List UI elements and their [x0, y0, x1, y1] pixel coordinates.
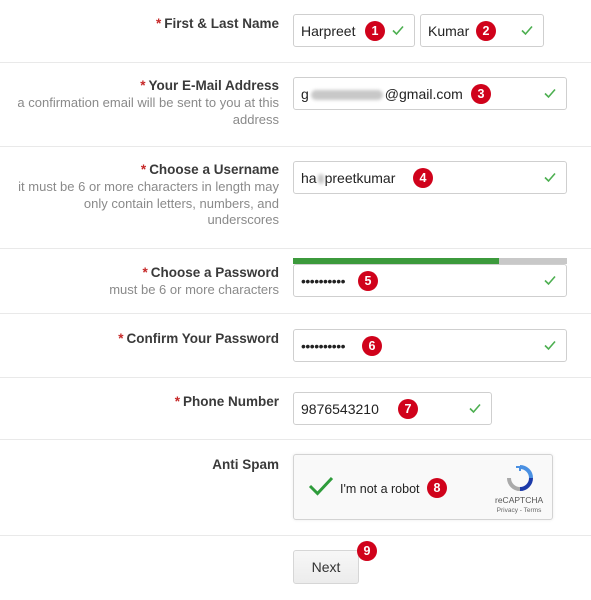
- password-help-text: must be 6 or more characters: [109, 282, 279, 297]
- annotation-badge-9: 9: [357, 541, 377, 561]
- phone-input[interactable]: 9876543210: [293, 392, 492, 425]
- confirm-password-input[interactable]: ••••••••••: [293, 329, 567, 362]
- phone-label: * Phone Number: [174, 394, 279, 409]
- recaptcha-checkbox[interactable]: [308, 475, 334, 497]
- row-divider: [0, 439, 591, 440]
- username-help-text: it must be 6 or more characters in lengt…: [18, 179, 279, 227]
- annotation-badge-5: 5: [358, 271, 378, 291]
- row-divider: [0, 313, 591, 314]
- valid-check-icon: [543, 273, 557, 287]
- recaptcha-widget: I'm not a robot reCAPTCHA Privacy - Term…: [293, 454, 553, 520]
- checkmark-icon: [308, 476, 334, 496]
- valid-check-icon: [543, 170, 557, 184]
- confirm-password-label: * Confirm Your Password: [118, 331, 279, 346]
- email-input[interactable]: g @gmail.com: [293, 77, 567, 110]
- password-label: * Choose a Password: [142, 265, 279, 280]
- row-divider: [0, 62, 591, 63]
- valid-check-icon: [520, 23, 534, 37]
- password-label-group: * Choose a Password must be 6 or more cha…: [0, 264, 279, 299]
- phone-label-group: * Phone Number: [0, 393, 279, 410]
- annotation-badge-1: 1: [365, 21, 385, 41]
- anti-spam-label: Anti Spam: [212, 457, 279, 472]
- row-divider: [0, 535, 591, 536]
- redacted-text: [317, 174, 324, 185]
- row-divider: [0, 146, 591, 147]
- annotation-badge-4: 4: [413, 168, 433, 188]
- annotation-badge-7: 7: [398, 399, 418, 419]
- email-help-text: a confirmation email will be sent to you…: [17, 95, 279, 127]
- redacted-text: [310, 90, 383, 101]
- recaptcha-brand: reCAPTCHA: [495, 495, 544, 505]
- valid-check-icon: [543, 86, 557, 100]
- username-label-group: * Choose a Username it must be 6 or more …: [0, 161, 279, 229]
- username-label: * Choose a Username: [140, 162, 279, 177]
- name-label-group: * First & Last Name: [0, 15, 279, 32]
- email-label-group: * Your E-Mail Address a confirmation emai…: [0, 77, 279, 128]
- recaptcha-label: I'm not a robot: [340, 482, 420, 496]
- row-divider: [0, 248, 591, 249]
- name-label: * First & Last Name: [155, 16, 279, 31]
- email-label: * Your E-Mail Address: [140, 78, 279, 93]
- anti-spam-label-group: Anti Spam: [0, 456, 279, 473]
- annotation-badge-6: 6: [362, 336, 382, 356]
- valid-check-icon: [468, 401, 482, 415]
- valid-check-icon: [543, 338, 557, 352]
- recaptcha-logo-icon: [506, 464, 534, 492]
- valid-check-icon: [391, 23, 405, 37]
- annotation-badge-2: 2: [476, 21, 496, 41]
- first-name-input[interactable]: Harpreet: [293, 14, 415, 47]
- annotation-badge-3: 3: [471, 84, 491, 104]
- recaptcha-terms-link[interactable]: Privacy - Terms: [495, 507, 543, 514]
- confirm-password-label-group: * Confirm Your Password: [0, 330, 279, 347]
- password-input[interactable]: ••••••••••: [293, 264, 567, 297]
- annotation-badge-8: 8: [427, 478, 447, 498]
- row-divider: [0, 377, 591, 378]
- next-button[interactable]: Next: [293, 550, 359, 584]
